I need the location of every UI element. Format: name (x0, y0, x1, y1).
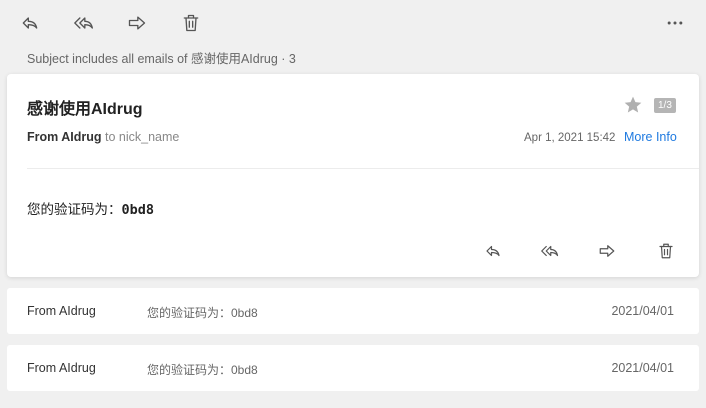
forward-icon (128, 16, 146, 30)
message-subject: 感谢使用AIdrug (27, 101, 143, 118)
forward-icon (599, 245, 615, 257)
more-icon (667, 21, 683, 25)
forward-button[interactable] (126, 12, 148, 34)
sender-line: From AIdrug to nick_name (27, 130, 179, 144)
top-toolbar (0, 0, 706, 44)
list-item-snippet: 您的验证码为：0bd8 (147, 306, 258, 320)
sender: From AIdrug (27, 130, 102, 144)
card-forward-button[interactable] (597, 241, 617, 261)
star-button[interactable] (623, 95, 643, 115)
body-prefix: 您的验证码为： (27, 202, 122, 217)
card-delete-button[interactable] (656, 241, 676, 261)
recipient: to nick_name (105, 130, 180, 144)
more-info-link[interactable]: More Info (624, 130, 677, 144)
reply-icon (22, 17, 38, 29)
trash-icon (659, 243, 673, 259)
thread-info: Subject includes all emails of 感谢使用AIdru… (27, 52, 296, 66)
delete-button[interactable] (180, 12, 202, 34)
reply-all-button[interactable] (73, 12, 95, 34)
message-body: 您的验证码为：0bd8 (27, 198, 154, 218)
card-reply-all-button[interactable] (540, 241, 560, 261)
list-item[interactable]: From AIdrug 您的验证码为：0bd8 2021/04/01 (7, 345, 699, 391)
list-item-date: 2021/04/01 (611, 361, 674, 375)
more-options-button[interactable] (664, 12, 686, 34)
list-item-date: 2021/04/01 (611, 304, 674, 318)
reply-all-icon (541, 245, 559, 257)
star-icon (624, 96, 642, 113)
trash-icon (183, 14, 199, 32)
reply-all-icon (74, 17, 94, 29)
page-badge: 1/3 (654, 98, 676, 113)
reply-icon (486, 245, 500, 257)
message-date: Apr 1, 2021 15:42 (524, 132, 616, 144)
divider (27, 168, 699, 169)
reply-button[interactable] (19, 12, 41, 34)
verification-code: 0bd8 (121, 202, 155, 218)
list-item[interactable]: From AIdrug 您的验证码为：0bd8 2021/04/01 (7, 288, 699, 334)
list-item-sender: From AIdrug (27, 304, 96, 318)
card-reply-button[interactable] (483, 241, 503, 261)
message-card: 感谢使用AIdrug 1/3 From AIdrug to nick_name … (7, 74, 699, 277)
list-item-sender: From AIdrug (27, 361, 96, 375)
list-item-snippet: 您的验证码为：0bd8 (147, 363, 258, 377)
